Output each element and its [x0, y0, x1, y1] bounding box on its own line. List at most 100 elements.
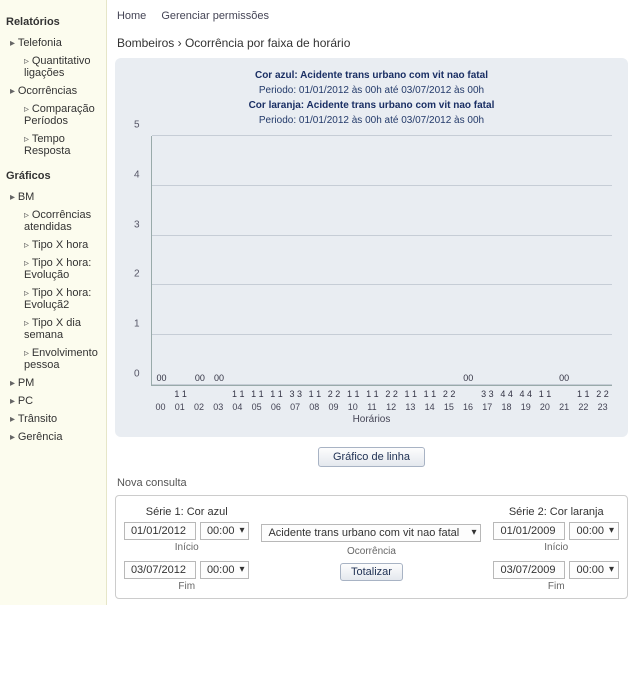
sidebar-item-quantitativo[interactable]: Quantitativo ligações	[18, 52, 102, 82]
bar-value-bottom: 1 1	[232, 389, 245, 399]
legend-blue-title: Cor azul: Acidente trans urbano com vit …	[255, 70, 488, 81]
x-tick: 02	[189, 402, 208, 412]
nova-consulta-label: Nova consulta	[117, 477, 626, 489]
sidebar-item-ocorrencias[interactable]: Ocorrências	[4, 82, 102, 100]
sidebar-item-envolvimento[interactable]: Envolvimento pessoa	[18, 344, 102, 374]
x-tick: 15	[439, 402, 458, 412]
bar-value-bottom: 1 1	[347, 389, 360, 399]
x-tick: 17	[478, 402, 497, 412]
top-nav: Home Gerenciar permissões	[115, 6, 628, 26]
bar-value-bottom: 1 1	[309, 389, 322, 399]
x-tick: 20	[535, 402, 554, 412]
series1-start-time[interactable]: 00:00	[200, 522, 250, 540]
sidebar: Relatórios Telefonia Quantitativo ligaçõ…	[0, 0, 107, 605]
bar-value-bottom: 2 2	[596, 389, 609, 399]
breadcrumb: Bombeiros › Ocorrência por faixa de horá…	[117, 36, 626, 50]
totalizar-button[interactable]: Totalizar	[340, 563, 403, 581]
x-tick: 09	[324, 402, 343, 412]
chart-type-button[interactable]: Gráfico de linha	[318, 447, 425, 467]
series2-end-date[interactable]: 03/07/2009	[493, 561, 565, 579]
chart-legend: Cor azul: Acidente trans urbano com vit …	[123, 68, 620, 128]
bar-value-bottom: 1 1	[577, 389, 590, 399]
nav-permissions[interactable]: Gerenciar permissões	[161, 10, 269, 22]
x-tick: 07	[285, 402, 304, 412]
sidebar-item-bm[interactable]: BM	[4, 188, 102, 206]
bar-value-bottom: 1 1	[251, 389, 264, 399]
x-tick: 16	[458, 402, 477, 412]
sidebar-item-comparacao[interactable]: Comparação Períodos	[18, 100, 102, 130]
query-form: Série 1: Cor azul 01/01/2012 00:00 Iníci…	[115, 495, 628, 599]
bar-value-bottom: 1 1	[539, 389, 552, 399]
bar-value-bottom: 4 4	[520, 389, 533, 399]
bar-value-bottom: 4 4	[500, 389, 513, 399]
series1-col: Série 1: Cor azul 01/01/2012 00:00 Iníci…	[124, 506, 250, 592]
bar-value-top: 00	[214, 373, 224, 383]
series1-start-caption: Início	[124, 542, 250, 553]
x-tick: 00	[151, 402, 170, 412]
sidebar-item-tipo-hora-evolucao2[interactable]: Tipo X hora: Evoluçã2	[18, 284, 102, 314]
sidebar-item-tipo-hora[interactable]: Tipo X hora	[18, 236, 102, 254]
series2-start-time[interactable]: 00:00	[569, 522, 619, 540]
sidebar-item-pm[interactable]: PM	[4, 374, 102, 392]
sidebar-item-gerencia[interactable]: Gerência	[4, 428, 102, 446]
bar-value-bottom: 2 2	[328, 389, 341, 399]
occurrence-col: Acidente trans urbano com vit nao fatal …	[261, 506, 481, 581]
sidebar-item-tipo-dia-semana[interactable]: Tipo X dia semana	[18, 314, 102, 344]
series2-col: Série 2: Cor laranja 01/01/2009 00:00 In…	[493, 506, 619, 592]
content: Home Gerenciar permissões Bombeiros › Oc…	[107, 0, 636, 605]
y-tick: 1	[134, 319, 140, 330]
legend-blue-period: Periodo: 01/01/2012 às 00h até 03/07/201…	[123, 83, 620, 98]
y-tick: 3	[134, 219, 140, 230]
bar-value-bottom: 2 2	[385, 389, 398, 399]
sidebar-item-pc[interactable]: PC	[4, 392, 102, 410]
x-tick: 18	[497, 402, 516, 412]
sidebar-item-oc-atendidas[interactable]: Ocorrências atendidas	[18, 206, 102, 236]
x-tick: 10	[343, 402, 362, 412]
sidebar-item-tipo-hora-evolucao[interactable]: Tipo X hora: Evolução	[18, 254, 102, 284]
series1-label: Série 1: Cor azul	[124, 506, 250, 518]
x-tick: 19	[516, 402, 535, 412]
series2-start-date[interactable]: 01/01/2009	[493, 522, 565, 540]
series2-end-caption: Fim	[493, 581, 619, 592]
y-tick: 5	[134, 120, 140, 131]
chart-plot: 012345001 100001 11 11 13 31 12 21 11 12…	[151, 136, 612, 386]
x-tick: 22	[574, 402, 593, 412]
sidebar-heading-relatorios: Relatórios	[6, 16, 102, 28]
bar-value-bottom: 1 1	[270, 389, 283, 399]
sidebar-item-transito[interactable]: Trânsito	[4, 410, 102, 428]
y-tick: 0	[134, 369, 140, 380]
series2-start-caption: Início	[493, 542, 619, 553]
bar-value-bottom: 1 1	[366, 389, 379, 399]
legend-orange-title: Cor laranja: Acidente trans urbano com v…	[249, 100, 495, 111]
x-tick: 08	[305, 402, 324, 412]
chart-x-title: Horários	[123, 414, 620, 425]
bar-value-bottom: 3 3	[481, 389, 494, 399]
bar-value-top: 00	[195, 373, 205, 383]
series2-end-time[interactable]: 00:00	[569, 561, 619, 579]
x-tick: 05	[247, 402, 266, 412]
x-tick: 06	[266, 402, 285, 412]
series1-start-date[interactable]: 01/01/2012	[124, 522, 196, 540]
bar-value-bottom: 1 1	[424, 389, 437, 399]
series1-end-caption: Fim	[124, 581, 250, 592]
sidebar-item-tempo-resposta[interactable]: Tempo Resposta	[18, 130, 102, 160]
series2-label: Série 2: Cor laranja	[493, 506, 619, 518]
bar-value-top: 00	[559, 373, 569, 383]
y-tick: 4	[134, 169, 140, 180]
x-tick: 23	[593, 402, 612, 412]
x-tick: 11	[362, 402, 381, 412]
occurrence-select[interactable]: Acidente trans urbano com vit nao fatal	[261, 524, 481, 542]
bar-value-top: 00	[157, 373, 167, 383]
x-tick: 13	[401, 402, 420, 412]
occurrence-caption: Ocorrência	[261, 546, 481, 557]
series1-end-time[interactable]: 00:00	[200, 561, 250, 579]
x-tick: 04	[228, 402, 247, 412]
bar-value-bottom: 1 1	[404, 389, 417, 399]
nav-home[interactable]: Home	[117, 10, 146, 22]
sidebar-item-telefonia[interactable]: Telefonia	[4, 34, 102, 52]
y-tick: 2	[134, 269, 140, 280]
bar-value-bottom: 3 3	[289, 389, 302, 399]
chart-card: Cor azul: Acidente trans urbano com vit …	[115, 58, 628, 437]
x-tick: 12	[382, 402, 401, 412]
series1-end-date[interactable]: 03/07/2012	[124, 561, 196, 579]
